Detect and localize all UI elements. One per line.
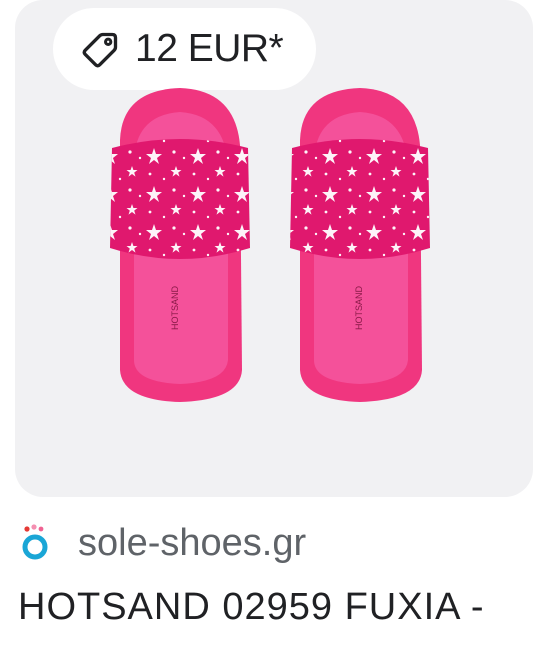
price-tag-icon (82, 32, 118, 68)
source-row[interactable]: sole-shoes.gr (20, 519, 306, 567)
product-title[interactable]: HOTSAND 02959 FUXIA - (18, 586, 485, 629)
svg-text:HOTSAND: HOTSAND (170, 285, 180, 330)
price-label: 12 EUR* (135, 27, 284, 70)
source-domain: sole-shoes.gr (78, 521, 307, 564)
left-sandal: HOTSAND (110, 88, 250, 402)
site-favicon-icon (22, 524, 48, 560)
right-sandal: HOTSAND (290, 88, 430, 402)
product-image[interactable]: HOTSAND HOTSAND (100, 70, 440, 480)
product-card[interactable]: 12 EUR* HOTSAND HOTSAND (15, 0, 533, 497)
svg-text:HOTSAND: HOTSAND (354, 285, 364, 330)
